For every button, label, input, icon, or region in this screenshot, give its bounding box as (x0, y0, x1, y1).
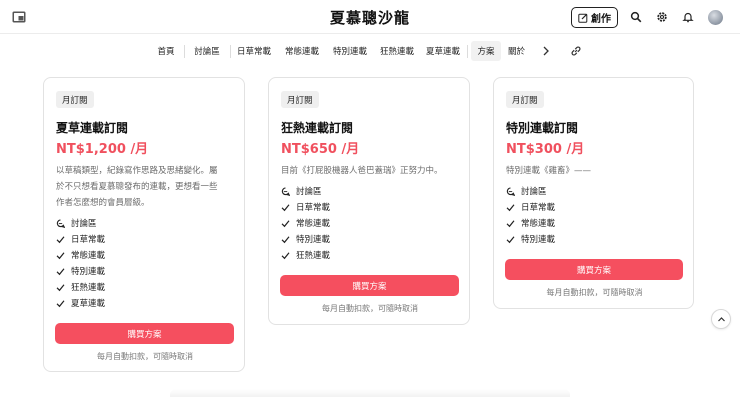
plan-card: 月訂閱 夏草連載訂閱 NT$1,200 /月 以草稿類型，紀錄寫作思路及思緒變化… (43, 77, 245, 372)
plan-card: 月訂閱 特別連載訂閱 NT$300 /月 特別連載《雞畜》—— 討論區 日草常載… (493, 77, 694, 309)
discussion-icon (506, 186, 515, 196)
plan-feature-label: 常態連載 (521, 219, 556, 229)
billing-note: 每月自動扣款，可隨時取消 (97, 352, 193, 361)
plan-feature-label: 討論區 (71, 219, 97, 229)
nav-item-fanatic-series[interactable]: 狂熱連載 (376, 41, 418, 61)
create-button[interactable]: 創作 (571, 7, 618, 28)
plan-feature-label: 特別連載 (296, 235, 331, 245)
avatar[interactable] (708, 10, 723, 25)
check-icon (506, 219, 515, 227)
plan-description-line: 於不只想看夏慕聰發布的連載，更想看一些 (56, 182, 218, 192)
discussion-icon (56, 218, 65, 228)
nav-item-special-series[interactable]: 特別連載 (329, 41, 371, 61)
plan-price: NT$1,200 /月 (56, 142, 149, 157)
plan-feature: 日草常載 (56, 231, 105, 247)
plan-feature-label: 日草常載 (71, 235, 106, 245)
search-icon[interactable] (630, 11, 642, 23)
top-header: 夏慕聰沙龍 創作 (0, 0, 740, 34)
plan-feature-label: 討論區 (296, 187, 322, 197)
nav-item-daily-draft[interactable]: 日草常載 (233, 41, 275, 61)
plan-description-line: 特別連載《雞畜》—— (506, 166, 592, 176)
nav-item-about[interactable]: 關於 (508, 41, 532, 61)
check-icon (281, 251, 290, 259)
check-icon (56, 251, 65, 259)
plan-feature: 日草常載 (281, 199, 330, 215)
billing-note: 每月自動扣款，可隨時取消 (546, 288, 643, 297)
nav-item-home[interactable]: 首頁 (152, 41, 180, 61)
plan-feature: 討論區 (281, 183, 322, 199)
create-label: 創作 (591, 14, 611, 25)
nav-item-summer-draft-series[interactable]: 夏草連載 (422, 41, 464, 61)
plan-feature: 夏草連載 (56, 295, 105, 311)
bell-icon[interactable] (682, 11, 694, 23)
check-icon (56, 235, 65, 243)
plan-feature: 討論區 (506, 183, 547, 199)
chevron-up-icon (717, 316, 725, 321)
discussion-icon (281, 186, 290, 196)
plan-name: 狂熱連載訂閱 (281, 121, 354, 135)
plan-price: NT$300 /月 (506, 142, 585, 157)
plan-feature: 討論區 (56, 215, 97, 231)
nav-divider (230, 45, 231, 58)
check-icon (56, 299, 65, 307)
site-title[interactable]: 夏慕聰沙龍 (0, 7, 740, 28)
plan-feature: 特別連載 (281, 231, 330, 247)
check-icon (281, 203, 290, 211)
plan-description-line: 作者怎麼想的會員層級。 (56, 198, 150, 208)
gear-icon[interactable] (656, 11, 668, 23)
plan-feature: 常態連載 (281, 215, 330, 231)
plan-feature-label: 夏草連載 (71, 299, 106, 309)
plan-feature: 狂熱連載 (56, 279, 105, 295)
plan-feature-label: 討論區 (521, 187, 547, 197)
nav-item-plans[interactable]: 方案 (471, 41, 501, 61)
plan-feature: 常態連載 (506, 215, 555, 231)
buy-plan-button[interactable]: 購買方案 (505, 259, 683, 280)
plan-description-line: 以草稿類型，紀錄寫作思路及思緒變化。屬 (56, 166, 218, 176)
plan-feature: 狂熱連載 (281, 247, 330, 263)
plan-feature-label: 狂熱連載 (71, 283, 106, 293)
check-icon (281, 235, 290, 243)
plan-feature-label: 日草常載 (296, 203, 331, 213)
check-icon (56, 283, 65, 291)
check-icon (56, 267, 65, 275)
nav-item-regular-series[interactable]: 常態連載 (281, 41, 323, 61)
plan-feature: 常態連載 (56, 247, 105, 263)
plan-name: 夏草連載訂閱 (56, 121, 129, 135)
plan-feature-label: 特別連載 (521, 235, 556, 245)
check-icon (506, 203, 515, 211)
buy-plan-button[interactable]: 購買方案 (280, 275, 459, 296)
plan-feature-label: 日草常載 (521, 203, 556, 213)
billing-note: 每月自動扣款，可隨時取消 (322, 304, 418, 313)
plan-badge: 月訂閱 (281, 91, 319, 108)
plan-badge: 月訂閱 (506, 91, 544, 108)
check-icon (506, 235, 515, 243)
plan-feature-label: 常態連載 (296, 219, 331, 229)
plan-feature-label: 常態連載 (71, 251, 106, 261)
section-nav: 首頁 討論區 日草常載 常態連載 特別連載 狂熱連載 夏草連載 方案 關於 (0, 41, 740, 63)
bottom-shadow (170, 389, 570, 397)
chevron-right-icon[interactable] (542, 46, 550, 56)
check-icon (281, 219, 290, 227)
plan-badge: 月訂閱 (56, 91, 94, 108)
link-icon[interactable] (570, 45, 582, 57)
buy-plan-button[interactable]: 購買方案 (55, 323, 234, 344)
plan-feature: 特別連載 (56, 263, 105, 279)
plan-feature-label: 特別連載 (71, 267, 106, 277)
scroll-to-top-button[interactable] (711, 309, 731, 329)
plan-card: 月訂閱 狂熱連載訂閱 NT$650 /月 目前《打屁股機器人爸巴蓋瑞》正努力中。… (268, 77, 470, 325)
plan-price: NT$650 /月 (281, 142, 360, 157)
nav-divider (184, 45, 185, 58)
nav-divider (467, 45, 468, 58)
plan-feature-label: 狂熱連載 (296, 251, 331, 261)
edit-icon (578, 13, 588, 23)
nav-item-discussion[interactable]: 討論區 (188, 41, 226, 61)
plan-name: 特別連載訂閱 (506, 121, 579, 135)
plan-feature: 日草常載 (506, 199, 555, 215)
plan-feature: 特別連載 (506, 231, 555, 247)
plan-description-line: 目前《打屁股機器人爸巴蓋瑞》正努力中。 (281, 166, 443, 176)
